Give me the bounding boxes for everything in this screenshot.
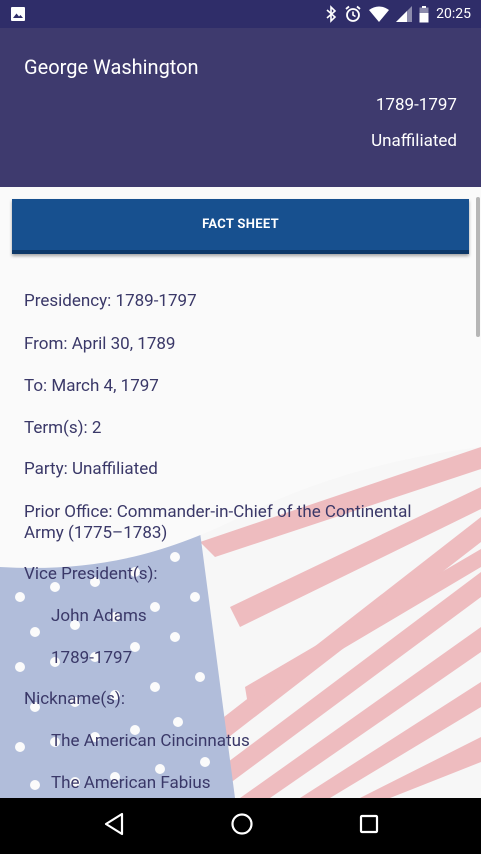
alarm-icon: [344, 5, 362, 23]
back-icon[interactable]: [103, 812, 125, 840]
image-icon: [10, 6, 26, 22]
status-bar: 20:25: [0, 0, 481, 28]
fact-nickname-1: The American Cincinnatus: [51, 731, 250, 751]
fact-presidency: Presidency: 1789-1797: [24, 291, 197, 311]
navigation-bar: [0, 798, 481, 854]
fact-nickname-2: The American Fabius: [51, 773, 211, 793]
party-label: Unaffiliated: [371, 131, 457, 151]
fact-vp-name: John Adams: [51, 606, 147, 626]
fact-prior-office: Prior Office: Commander-in-Chief of the …: [24, 502, 412, 543]
bluetooth-icon: [325, 5, 337, 23]
fact-from: From: April 30, 1789: [24, 334, 176, 354]
app-header: George Washington 1789-1797 Unaffiliated: [0, 28, 481, 187]
battery-icon: [419, 5, 429, 23]
fact-party: Party: Unaffiliated: [24, 459, 158, 479]
fact-sheet-button[interactable]: FACT SHEET: [12, 199, 469, 254]
fact-vp-years: 1789-1797: [51, 648, 133, 668]
fact-to: To: March 4, 1797: [24, 376, 159, 396]
president-name: George Washington: [24, 55, 199, 79]
recents-icon[interactable]: [359, 814, 379, 838]
fact-terms: Term(s): 2: [24, 418, 102, 438]
wifi-icon: [369, 6, 390, 22]
presidency-years: 1789-1797: [375, 95, 457, 115]
fact-vp-label: Vice President(s):: [24, 564, 158, 584]
clock-time: 20:25: [436, 6, 471, 22]
fact-sheet-content[interactable]: FACT SHEET Presidency: 1789-1797 From: A…: [0, 187, 481, 798]
signal-icon: [396, 6, 413, 22]
fact-nicknames-label: Nickname(s):: [24, 689, 125, 709]
scrollbar[interactable]: [476, 197, 480, 337]
home-icon[interactable]: [230, 812, 254, 840]
